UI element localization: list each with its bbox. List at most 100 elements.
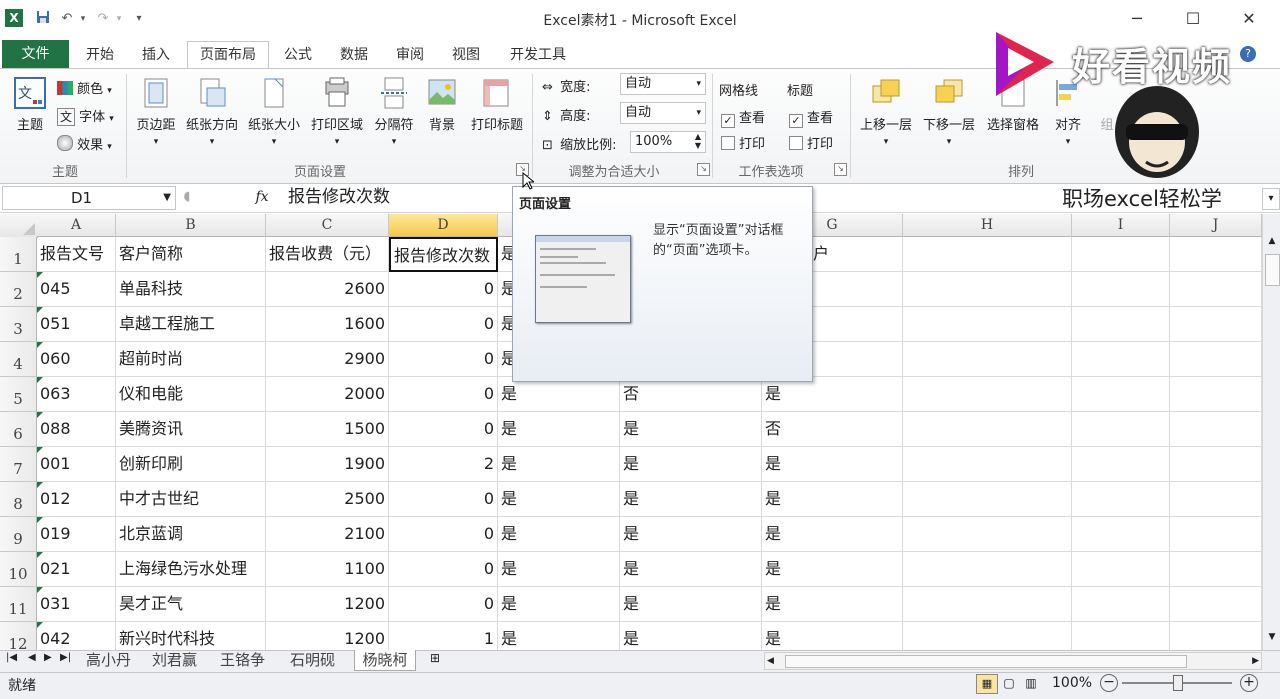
vertical-scrollbar[interactable]: ▲ ▼ bbox=[1262, 214, 1280, 650]
table-cell[interactable]: 0 bbox=[389, 377, 498, 412]
table-cell[interactable]: 否 bbox=[620, 377, 762, 412]
table-cell[interactable]: 仪和电能 bbox=[116, 377, 266, 412]
table-cell[interactable] bbox=[1072, 482, 1170, 517]
scroll-right-icon[interactable]: ▶ bbox=[1252, 653, 1259, 669]
zoom-level[interactable]: 100% bbox=[1052, 675, 1092, 691]
table-cell[interactable] bbox=[1170, 342, 1262, 377]
table-cell[interactable] bbox=[903, 447, 1072, 482]
row-header[interactable]: 1 bbox=[0, 237, 37, 272]
sheet-nav-last-icon[interactable]: ▶| bbox=[60, 652, 71, 663]
sheet-tab-active[interactable]: 杨晓柯 bbox=[354, 650, 416, 671]
print-titles-button[interactable]: 打印标题 bbox=[466, 76, 528, 156]
table-cell[interactable]: 2000 bbox=[266, 377, 389, 412]
table-cell[interactable]: 051 bbox=[37, 307, 116, 342]
table-cell[interactable]: 超前时尚 bbox=[116, 342, 266, 377]
send-backward-button[interactable]: 下移一层 ▾ bbox=[919, 76, 979, 156]
table-cell[interactable] bbox=[903, 342, 1072, 377]
gridlines-view-checkbox[interactable]: ✓ 查看 bbox=[721, 107, 765, 128]
zoom-slider-thumb[interactable] bbox=[1173, 675, 1183, 691]
height-select[interactable]: 自动 ▾ bbox=[620, 102, 706, 124]
row-header[interactable]: 5 bbox=[0, 377, 37, 412]
tab-insert[interactable]: 插入 bbox=[134, 44, 178, 66]
horizontal-scrollbar[interactable]: ◀ ▶ bbox=[764, 652, 1262, 670]
h-scroll-thumb[interactable] bbox=[785, 655, 1187, 668]
table-cell[interactable]: 是 bbox=[620, 517, 762, 552]
zoom-out-icon[interactable]: − bbox=[1100, 674, 1118, 692]
table-cell[interactable]: 2100 bbox=[266, 517, 389, 552]
table-cell[interactable]: 0 bbox=[389, 342, 498, 377]
table-cell[interactable] bbox=[903, 307, 1072, 342]
table-cell[interactable] bbox=[1170, 517, 1262, 552]
scroll-down-icon[interactable]: ▼ bbox=[1265, 632, 1279, 648]
page-layout-view-icon[interactable]: ▢ bbox=[1000, 674, 1018, 692]
margins-button[interactable]: 页边距 ▾ bbox=[131, 76, 181, 156]
theme-fonts-button[interactable]: 文 字体 ▾ bbox=[57, 106, 114, 126]
table-cell[interactable]: 是 bbox=[498, 587, 620, 622]
sheet-options-launcher-icon[interactable]: ↘ bbox=[834, 163, 847, 176]
sheet-nav-prev-icon[interactable]: ◀ bbox=[28, 652, 36, 663]
theme-effects-button[interactable]: 效果 ▾ bbox=[57, 134, 112, 153]
column-header-a[interactable]: A bbox=[37, 214, 116, 237]
table-cell[interactable] bbox=[903, 412, 1072, 447]
row-header[interactable]: 7 bbox=[0, 447, 37, 482]
table-cell[interactable]: 上海绿色污水处理 bbox=[116, 552, 266, 587]
table-cell[interactable] bbox=[1170, 587, 1262, 622]
table-cell[interactable]: 2600 bbox=[266, 272, 389, 307]
header-cell[interactable] bbox=[1072, 237, 1170, 272]
row-header[interactable]: 8 bbox=[0, 482, 37, 517]
column-header-d[interactable]: D bbox=[389, 214, 498, 237]
row-header[interactable]: 9 bbox=[0, 517, 37, 552]
table-cell[interactable]: 是 bbox=[498, 517, 620, 552]
table-cell[interactable]: 是 bbox=[762, 517, 903, 552]
normal-view-icon[interactable]: ▦ bbox=[976, 674, 998, 694]
zoom-slider[interactable] bbox=[1122, 675, 1232, 691]
row-header[interactable]: 2 bbox=[0, 272, 37, 307]
table-cell[interactable]: 是 bbox=[762, 552, 903, 587]
close-button[interactable]: ✕ bbox=[1226, 6, 1272, 32]
table-cell[interactable] bbox=[1170, 272, 1262, 307]
tab-page-layout[interactable]: 页面布局 bbox=[187, 41, 269, 69]
table-cell[interactable] bbox=[1072, 412, 1170, 447]
name-box[interactable]: D1 ▼ bbox=[2, 186, 176, 210]
breaks-button[interactable]: 分隔符 ▾ bbox=[370, 76, 418, 156]
table-cell[interactable]: 是 bbox=[498, 377, 620, 412]
table-cell[interactable]: 是 bbox=[498, 482, 620, 517]
tab-file[interactable]: 文件 bbox=[2, 40, 69, 68]
column-header-i[interactable]: I bbox=[1072, 214, 1170, 237]
table-cell[interactable]: 0 bbox=[389, 272, 498, 307]
table-cell[interactable]: 2 bbox=[389, 447, 498, 482]
table-cell[interactable]: 2900 bbox=[266, 342, 389, 377]
table-cell[interactable]: 是 bbox=[762, 447, 903, 482]
table-cell[interactable]: 0 bbox=[389, 552, 498, 587]
table-cell[interactable]: 012 bbox=[37, 482, 116, 517]
maximize-button[interactable]: ☐ bbox=[1170, 6, 1216, 32]
table-cell[interactable]: 北京蓝调 bbox=[116, 517, 266, 552]
sheet-nav-first-icon[interactable]: |◀ bbox=[6, 652, 17, 663]
table-cell[interactable] bbox=[1072, 342, 1170, 377]
scale-launcher-icon[interactable]: ↘ bbox=[697, 163, 710, 176]
table-cell[interactable] bbox=[1170, 482, 1262, 517]
gridlines-print-checkbox[interactable]: 打印 bbox=[721, 133, 765, 152]
table-cell[interactable] bbox=[1170, 552, 1262, 587]
insert-sheet-icon[interactable]: ⊞ bbox=[424, 651, 446, 669]
print-area-button[interactable]: 打印区域 ▾ bbox=[306, 76, 368, 156]
minimize-button[interactable]: ─ bbox=[1114, 6, 1160, 32]
themes-button[interactable]: 文 主题 bbox=[8, 76, 52, 156]
header-cell[interactable]: 客户简称 bbox=[116, 237, 266, 272]
table-cell[interactable]: 1200 bbox=[266, 587, 389, 622]
header-cell[interactable]: 报告收费（元） bbox=[266, 237, 389, 272]
table-cell[interactable]: 0 bbox=[389, 587, 498, 622]
tab-developer[interactable]: 开发工具 bbox=[500, 44, 576, 66]
chevron-down-icon[interactable]: ▼ bbox=[163, 187, 171, 209]
table-cell[interactable] bbox=[1072, 307, 1170, 342]
table-cell[interactable]: 是 bbox=[762, 482, 903, 517]
tab-review[interactable]: 审阅 bbox=[388, 44, 432, 66]
table-cell[interactable]: 美腾资讯 bbox=[116, 412, 266, 447]
formula-expand-icon[interactable]: ▾ bbox=[1262, 188, 1280, 210]
table-cell[interactable]: 019 bbox=[37, 517, 116, 552]
table-cell[interactable]: 0 bbox=[389, 517, 498, 552]
table-cell[interactable]: 1600 bbox=[266, 307, 389, 342]
table-cell[interactable]: 0 bbox=[389, 412, 498, 447]
table-cell[interactable]: 是 bbox=[620, 552, 762, 587]
column-header-j[interactable]: J bbox=[1170, 214, 1262, 237]
